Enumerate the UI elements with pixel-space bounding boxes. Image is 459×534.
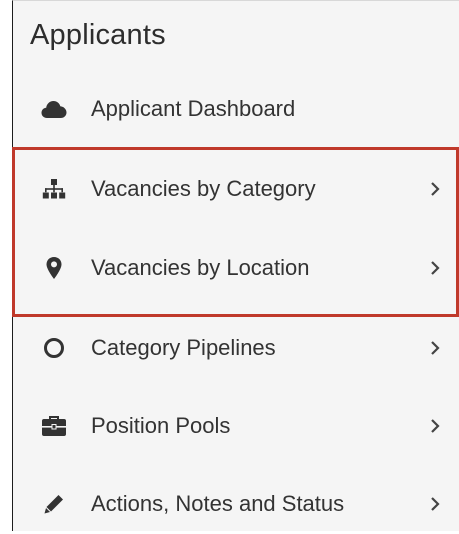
menu-item-applicant-dashboard[interactable]: Applicant Dashboard xyxy=(13,79,459,139)
menu-item-label: Position Pools xyxy=(91,413,231,438)
chevron-right-icon xyxy=(431,182,440,196)
briefcase-icon xyxy=(41,413,67,439)
sitemap-icon xyxy=(41,176,67,202)
chevron-right-icon xyxy=(431,341,440,355)
menu-item-label: Applicant Dashboard xyxy=(91,96,296,121)
circle-outline-icon xyxy=(41,335,67,361)
chevron-right-icon xyxy=(431,261,440,275)
menu-item-label: Vacancies by Category xyxy=(91,176,316,201)
applicants-panel: Applicants Applicant Dashboard Vacancies… xyxy=(12,0,459,531)
menu-item-label: Category Pipelines xyxy=(91,335,276,360)
panel-title: Applicants xyxy=(30,19,166,51)
menu-item-label: Vacancies by Location xyxy=(91,255,310,280)
menu-item-vacancies-by-category[interactable]: Vacancies by Category xyxy=(13,159,459,219)
chevron-right-icon xyxy=(431,497,440,511)
chevron-right-icon xyxy=(431,419,440,433)
cloud-icon xyxy=(41,96,67,122)
menu-item-actions-notes-status[interactable]: Actions, Notes and Status xyxy=(13,474,459,534)
menu-item-position-pools[interactable]: Position Pools xyxy=(13,396,459,456)
menu-item-label: Actions, Notes and Status xyxy=(91,491,345,516)
menu-item-category-pipelines[interactable]: Category Pipelines xyxy=(13,318,459,378)
pencil-icon xyxy=(41,491,67,517)
menu-item-vacancies-by-location[interactable]: Vacancies by Location xyxy=(13,238,459,298)
map-marker-icon xyxy=(41,255,67,281)
